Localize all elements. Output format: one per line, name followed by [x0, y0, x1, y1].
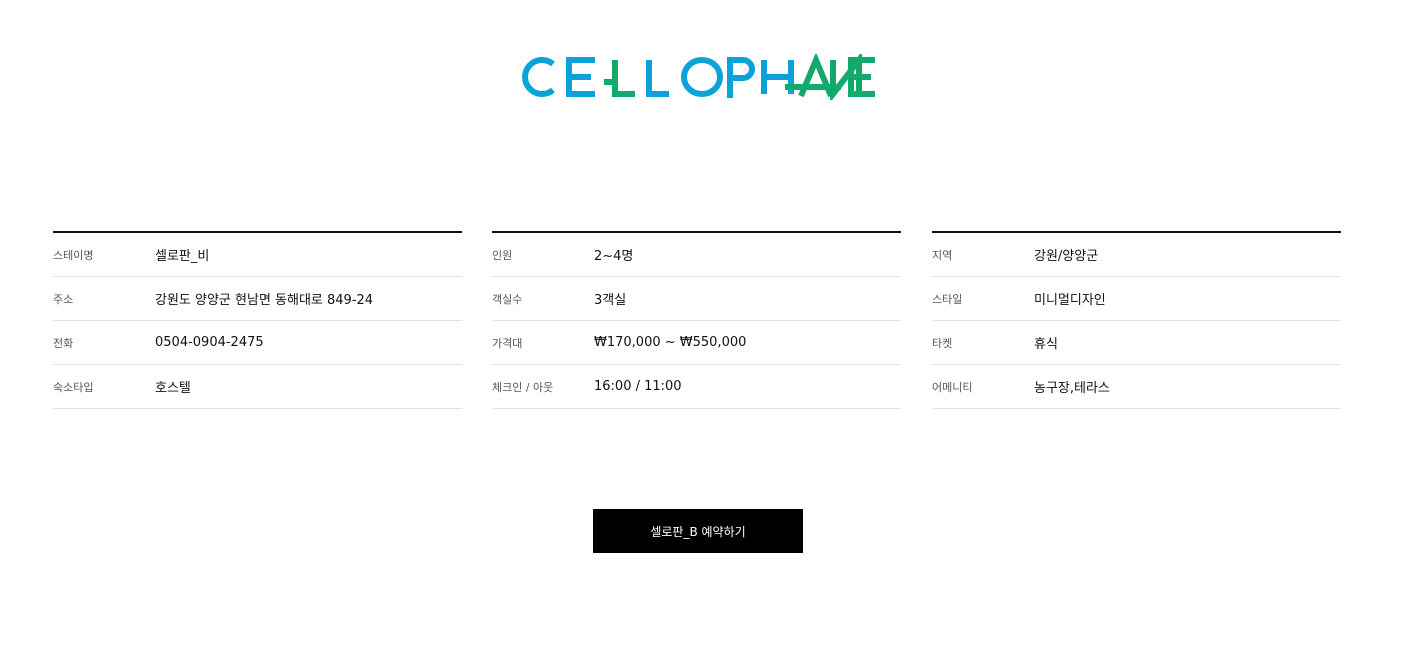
info-label: 객실수 — [492, 292, 523, 306]
cellophane-logo-icon — [522, 54, 875, 100]
info-label: 타켓 — [932, 336, 953, 350]
info-label: 어메니티 — [932, 380, 973, 394]
info-row-type: 숙소타입 호스텔 — [53, 365, 462, 409]
info-label: 전화 — [53, 336, 74, 350]
info-label: 숙소타입 — [53, 380, 94, 394]
info-value: 농구장,테라스 — [1034, 381, 1110, 396]
info-value: 16:00 / 11:00 — [594, 379, 682, 394]
info-row-address: 주소 강원도 양양군 현남면 동해대로 849-24 — [53, 277, 462, 321]
info-label: 주소 — [53, 292, 74, 306]
info-value: 3객실 — [594, 293, 627, 308]
info-row-region: 지역 강원/양양군 — [932, 233, 1341, 277]
info-row-rooms: 객실수 3객실 — [492, 277, 901, 321]
style-info-column: 지역 강원/양양군 스타일 미니멀디자인 타켓 휴식 어메니티 농구장,테라스 — [932, 231, 1341, 409]
stay-info-column: 스테이명 셀로판_비 주소 강원도 양양군 현남면 동해대로 849-24 전화… — [53, 231, 462, 409]
info-row-target: 타켓 휴식 — [932, 321, 1341, 365]
info-value: 강원/양양군 — [1034, 249, 1099, 264]
info-value: 0504-0904-2475 — [155, 335, 264, 350]
info-row-guests: 인원 2~4명 — [492, 233, 901, 277]
info-row-checkin: 체크인 / 아웃 16:00 / 11:00 — [492, 365, 901, 409]
info-value: 2~4명 — [594, 249, 634, 264]
info-label: 인원 — [492, 248, 513, 262]
info-value: 미니멀디자인 — [1034, 293, 1106, 308]
reserve-button[interactable]: 셀로판_B 예약하기 — [593, 509, 803, 553]
info-row-phone: 전화 0504-0904-2475 — [53, 321, 462, 365]
info-row-amenity: 어메니티 농구장,테라스 — [932, 365, 1341, 409]
info-value: 강원도 양양군 현남면 동해대로 849-24 — [155, 293, 374, 308]
info-label: 스테이명 — [53, 248, 94, 262]
info-value: 호스텔 — [155, 381, 191, 396]
info-label: 지역 — [932, 248, 953, 262]
info-label: 스타일 — [932, 292, 963, 306]
info-value: 셀로판_비 — [155, 249, 210, 264]
brand-logo — [519, 54, 879, 100]
room-info-column: 인원 2~4명 객실수 3객실 가격대 ₩170,000 ~ ₩550,000 … — [492, 231, 901, 409]
info-row-style: 스타일 미니멀디자인 — [932, 277, 1341, 321]
info-value: 휴식 — [1034, 337, 1058, 352]
info-label: 체크인 / 아웃 — [492, 380, 554, 394]
info-row-price: 가격대 ₩170,000 ~ ₩550,000 — [492, 321, 901, 365]
info-value: ₩170,000 ~ ₩550,000 — [594, 335, 747, 350]
info-label: 가격대 — [492, 336, 523, 350]
info-row-stay-name: 스테이명 셀로판_비 — [53, 233, 462, 277]
